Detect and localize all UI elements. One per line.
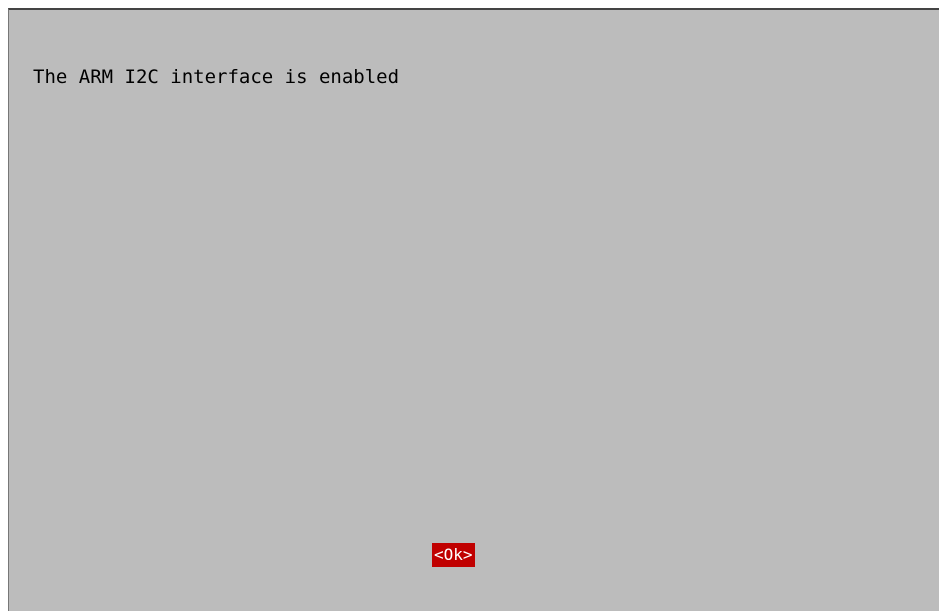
ok-button[interactable]: <Ok> xyxy=(432,543,475,567)
message-dialog: The ARM I2C interface is enabled <Ok> xyxy=(8,8,939,611)
dialog-message: The ARM I2C interface is enabled xyxy=(33,66,400,88)
terminal-screen: The ARM I2C interface is enabled <Ok> xyxy=(0,0,939,611)
terminal-top-strip xyxy=(0,0,939,8)
